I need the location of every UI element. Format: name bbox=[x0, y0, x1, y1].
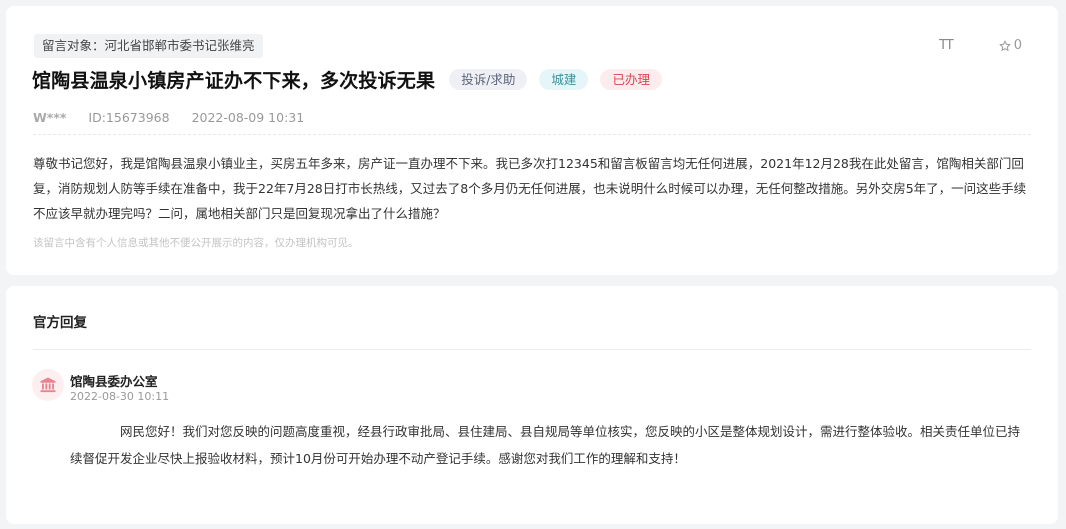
field-tag: 城建 bbox=[539, 69, 589, 90]
toolbar: TT 0 bbox=[939, 38, 1022, 53]
reply-datetime: 2022-08-30 10:11 bbox=[70, 390, 170, 403]
status-badge: 已办理 bbox=[600, 69, 662, 90]
message-id: ID:15673968 bbox=[88, 110, 170, 125]
category-tag: 投诉/求助 bbox=[449, 69, 528, 90]
author-name: W*** bbox=[33, 110, 67, 125]
message-datetime: 2022-08-09 10:31 bbox=[191, 110, 305, 125]
reply-content: 网民您好！我们对您反映的问题高度重视，经县行政审批局、县住建局、县自规局等单位核… bbox=[70, 424, 1021, 466]
favorite-button[interactable]: 0 bbox=[998, 38, 1022, 53]
message-content: 尊敬书记您好，我是馆陶县温泉小镇业主，买房五年多来，房产证一直办理不下来。我已多… bbox=[33, 156, 1027, 221]
org-name: 馆陶县委办公室 bbox=[70, 374, 158, 389]
message-title: 馆陶县温泉小镇房产证办不下来，多次投诉无果 bbox=[32, 70, 436, 92]
favorite-count: 0 bbox=[1013, 38, 1022, 53]
privacy-notice: 该留言中含有个人信息或其他不便公开展示的内容，仅办理机构可见。 bbox=[33, 237, 359, 249]
org-avatar bbox=[32, 369, 64, 401]
government-building-icon bbox=[40, 377, 56, 393]
recipient-label: 留言对象：河北省邯郸市委书记张维亮 bbox=[34, 34, 263, 58]
section-title: 官方回复 bbox=[33, 315, 87, 331]
divider bbox=[33, 349, 1031, 350]
official-reply-card: 官方回复 馆陶县委办公室 2022-08-30 10:11 网民您好！我们对您反… bbox=[6, 286, 1058, 524]
font-size-icon[interactable]: TT bbox=[939, 38, 954, 53]
message-card: 留言对象：河北省邯郸市委书记张维亮 TT 0 馆陶县温泉小镇房产证办不下来，多次… bbox=[6, 6, 1058, 275]
star-outline-icon bbox=[998, 39, 1011, 51]
divider bbox=[33, 134, 1031, 135]
message-meta: W*** ID:15673968 2022-08-09 10:31 bbox=[33, 110, 304, 125]
title-row: 馆陶县温泉小镇房产证办不下来，多次投诉无果 投诉/求助 城建 已办理 bbox=[32, 66, 662, 93]
